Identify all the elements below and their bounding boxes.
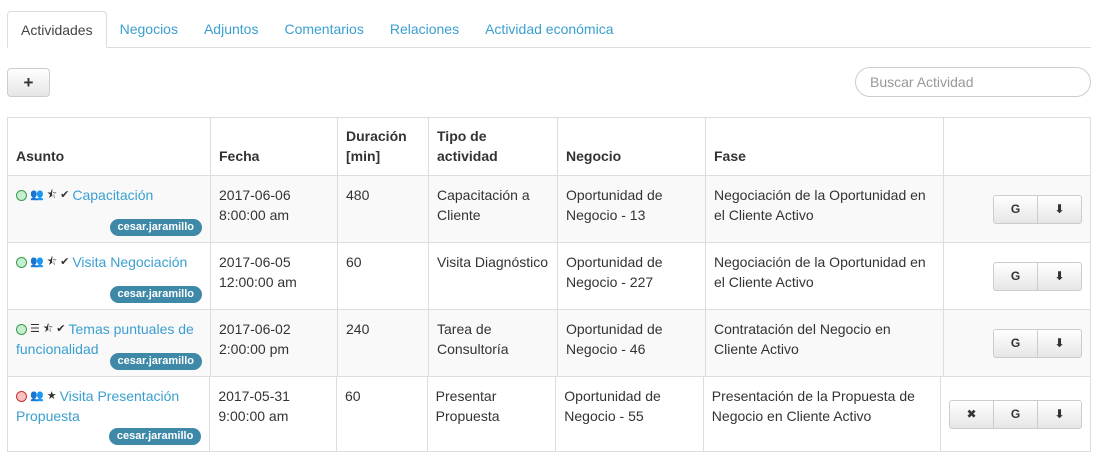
cell-actions: G ⬇ [944, 310, 1090, 376]
row-action-buttons: G ⬇ [993, 194, 1082, 224]
download-button[interactable]: ⬇ [1037, 399, 1082, 429]
table-row: 👥 ⯪ ✔ Visita Negociación cesar.jaramillo 2017… [8, 243, 1090, 310]
header-tipo[interactable]: Tipo de actividad [429, 118, 558, 175]
add-activity-button[interactable]: + [7, 68, 50, 97]
check-icon: ✔ [60, 189, 70, 201]
google-calendar-button[interactable]: G [993, 328, 1038, 358]
cell-tipo: Tarea de Consultoría [429, 310, 558, 376]
cell-fecha: 2017-06-05 12:00:00 am [211, 243, 338, 309]
google-calendar-button[interactable]: G [993, 261, 1038, 291]
tab-negocios[interactable]: Negocios [107, 11, 191, 47]
tab-actividad-economica[interactable]: Actividad económica [472, 11, 626, 47]
date-value: 2017-05-31 [218, 388, 290, 404]
star-full-icon: ★ [46, 390, 57, 402]
row-action-buttons: G ⬇ [993, 261, 1082, 291]
status-icons: 👥 ⯪ ✔ [16, 190, 69, 201]
cell-asunto: ☰ ⯪ ✔ Temas puntuales de funcionalidad cesar… [8, 310, 211, 376]
status-green-icon [16, 324, 27, 335]
check-icon: ✔ [56, 323, 66, 335]
status-icons: ☰ ⯪ ✔ [16, 324, 66, 335]
cell-duracion: 60 [337, 377, 428, 451]
tab-actividades[interactable]: Actividades [7, 11, 107, 48]
cell-fase: Negociación de la Oportunidad en el Clie… [706, 243, 944, 309]
header-fecha[interactable]: Fecha [211, 118, 338, 175]
header-asunto[interactable]: Asunto [8, 118, 211, 175]
cell-duracion: 60 [338, 243, 429, 309]
cell-fecha: 2017-06-02 2:00:00 pm [211, 310, 338, 376]
cell-asunto: 👥 ⯪ ✔ Visita Negociación cesar.jaramillo [8, 243, 211, 309]
activities-table: Asunto Fecha Duración [min] Tipo de acti… [7, 117, 1091, 452]
google-calendar-button[interactable]: G [993, 399, 1038, 429]
cell-fase: Contratación del Negocio en Cliente Acti… [706, 310, 944, 376]
search-activity-input[interactable] [855, 67, 1091, 97]
cell-actions: ✖ G ⬇ [941, 377, 1090, 451]
users-icon: 👥 [30, 189, 44, 201]
cell-tipo: Capacitación a Cliente [429, 176, 558, 242]
status-icons: 👥 ⯪ ✔ [16, 257, 69, 268]
header-negocio[interactable]: Negocio [558, 118, 706, 175]
header-duracion[interactable]: Duración [min] [338, 118, 429, 175]
cell-actions: G ⬇ [944, 243, 1090, 309]
date-value: 2017-06-05 [219, 254, 291, 270]
download-button[interactable]: ⬇ [1037, 261, 1082, 291]
cell-fase: Negociación de la Oportunidad en el Clie… [706, 176, 944, 242]
tab-adjuntos[interactable]: Adjuntos [191, 11, 271, 47]
cell-asunto: 👥 ⯪ ✔ Capacitación cesar.jaramillo [8, 176, 211, 242]
activity-subject-link[interactable]: Capacitación [72, 187, 153, 203]
download-button[interactable]: ⬇ [1037, 194, 1082, 224]
table-row: ☰ ⯪ ✔ Temas puntuales de funcionalidad cesar… [8, 310, 1090, 377]
tab-relaciones[interactable]: Relaciones [377, 11, 472, 47]
cancel-activity-button[interactable]: ✖ [949, 399, 994, 429]
date-value: 2017-06-06 [219, 187, 291, 203]
download-button[interactable]: ⬇ [1037, 328, 1082, 358]
cell-tipo: Visita Diagnóstico [429, 243, 558, 309]
status-green-icon [16, 257, 27, 268]
header-fase[interactable]: Fase [706, 118, 944, 175]
star-half-icon: ⯪ [42, 323, 54, 335]
check-icon: ✔ [60, 256, 70, 268]
cell-duracion: 480 [338, 176, 429, 242]
star-half-icon: ⯪ [46, 189, 58, 201]
cell-tipo: Presentar Propuesta [428, 377, 557, 451]
owner-badge: cesar.jaramillo [109, 219, 202, 236]
row-action-buttons: G ⬇ [993, 328, 1082, 358]
date-value: 2017-06-02 [219, 321, 291, 337]
status-red-icon [16, 391, 27, 402]
google-calendar-button[interactable]: G [993, 194, 1038, 224]
header-actions [944, 118, 1090, 175]
time-value: 12:00:00 am [219, 274, 297, 290]
status-green-icon [16, 190, 27, 201]
cell-actions: G ⬇ [944, 176, 1090, 242]
cell-negocio: Oportunidad de Negocio - 13 [558, 176, 706, 242]
cell-negocio: Oportunidad de Negocio - 227 [558, 243, 706, 309]
owner-badge: cesar.jaramillo [108, 428, 202, 445]
table-header-row: Asunto Fecha Duración [min] Tipo de acti… [8, 118, 1090, 176]
table-row: 👥 ⯪ ✔ Capacitación cesar.jaramillo 2017-06-06… [8, 176, 1090, 243]
cell-fecha: 2017-05-31 9:00:00 am [210, 377, 337, 451]
cell-negocio: Oportunidad de Negocio - 46 [558, 310, 706, 376]
star-half-icon: ⯪ [46, 256, 58, 268]
cell-duracion: 240 [338, 310, 429, 376]
status-icons: 👥 ★ [16, 391, 57, 402]
task-list-icon: ☰ [30, 323, 40, 335]
owner-badge: cesar.jaramillo [109, 286, 202, 303]
cell-fecha: 2017-06-06 8:00:00 am [211, 176, 338, 242]
users-icon: 👥 [30, 390, 44, 402]
cell-asunto: 👥 ★ Visita Presentación Propuesta cesar.jar… [8, 377, 211, 451]
cell-negocio: Oportunidad de Negocio - 55 [556, 377, 704, 451]
users-icon: 👥 [30, 256, 44, 268]
owner-badge: cesar.jaramillo [109, 353, 202, 370]
time-value: 2:00:00 pm [219, 341, 290, 357]
tab-comentarios[interactable]: Comentarios [271, 11, 376, 47]
time-value: 9:00:00 am [218, 408, 289, 424]
activity-subject-link[interactable]: Visita Negociación [72, 254, 187, 270]
cell-fase: Presentación de la Propuesta de Negocio … [704, 377, 941, 451]
table-row: 👥 ★ Visita Presentación Propuesta cesar.jar… [8, 377, 1090, 452]
tab-bar: Actividades Negocios Adjuntos Comentario… [7, 11, 1091, 48]
time-value: 8:00:00 am [219, 207, 290, 223]
row-action-buttons: ✖ G ⬇ [949, 399, 1082, 429]
